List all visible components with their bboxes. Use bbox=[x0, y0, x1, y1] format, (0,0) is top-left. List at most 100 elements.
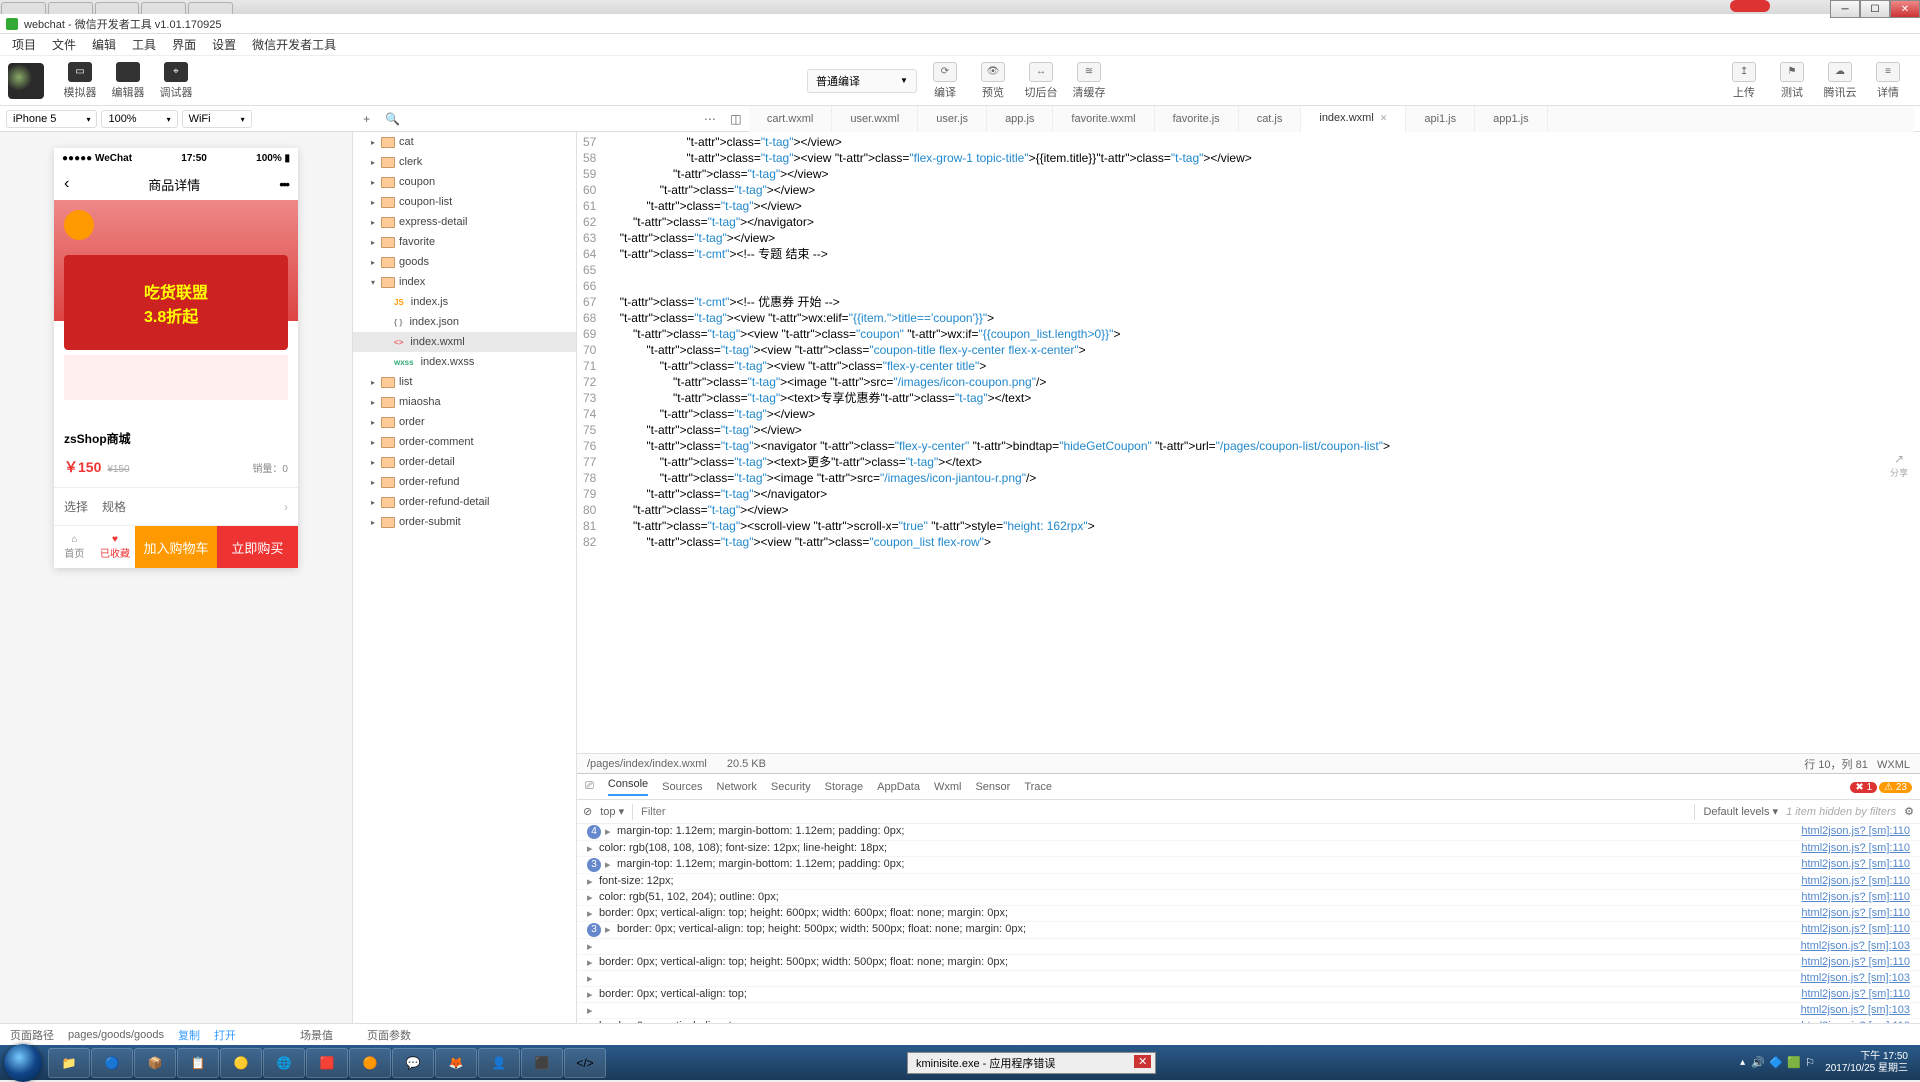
taskbar-item[interactable]: 🟡 bbox=[220, 1048, 262, 1078]
code-line[interactable]: "t-attr">class="t-tag"><view "t-attr">cl… bbox=[606, 342, 1920, 358]
expand-icon[interactable]: ▸ bbox=[587, 956, 599, 969]
tree-folder-clerk[interactable]: ▸clerk bbox=[353, 152, 576, 172]
code-line[interactable]: "t-attr">class="t-tag"></navigator> bbox=[606, 486, 1920, 502]
expand-icon[interactable]: ▸ bbox=[587, 875, 599, 888]
device-zoom-select[interactable]: 100%▾ bbox=[101, 110, 177, 128]
console-log-row[interactable]: ▸ html2json.js? [sm]:103 bbox=[577, 1003, 1920, 1019]
devtools-toggle-icon[interactable]: ⎚ bbox=[585, 780, 594, 793]
taskbar-item[interactable]: 🟠 bbox=[349, 1048, 391, 1078]
code-line[interactable]: "t-attr">class="t-tag"><view "t-attr">cl… bbox=[606, 358, 1920, 374]
taskbar-item[interactable]: 📁 bbox=[48, 1048, 90, 1078]
copy-link[interactable]: 复制 bbox=[178, 1027, 200, 1043]
expand-icon[interactable]: ▸ bbox=[587, 972, 599, 985]
taskbar-item[interactable]: 🌐 bbox=[263, 1048, 305, 1078]
devtools-tab-appdata[interactable]: AppData bbox=[877, 781, 920, 793]
scope-select[interactable]: top ▾ bbox=[600, 805, 624, 818]
toolbar-模拟器[interactable]: ▭模拟器 bbox=[56, 59, 104, 103]
buy-now-button[interactable]: 立即购买 bbox=[217, 526, 298, 568]
editor-tab-favorite.js[interactable]: favorite.js bbox=[1155, 106, 1239, 132]
editor-tab-cart.wxml[interactable]: cart.wxml bbox=[749, 106, 832, 132]
code-line[interactable]: "t-attr">class="t-tag"><navigator "t-att… bbox=[606, 438, 1920, 454]
console-settings-icon[interactable]: ⚙ bbox=[1904, 805, 1914, 818]
editor-tab-favorite.wxml[interactable]: favorite.wxml bbox=[1053, 106, 1154, 132]
menu-view[interactable]: 界面 bbox=[164, 36, 204, 53]
devtools-tab-network[interactable]: Network bbox=[717, 781, 757, 793]
tree-folder-favorite[interactable]: ▸favorite bbox=[353, 232, 576, 252]
source-link[interactable]: html2json.js? [sm]:103 bbox=[1801, 1004, 1910, 1017]
taskbar-item[interactable]: 📋 bbox=[177, 1048, 219, 1078]
toolbar-调试器[interactable]: ⌖调试器 bbox=[152, 59, 200, 103]
expand-icon[interactable]: ▸ bbox=[587, 988, 599, 1001]
source-link[interactable]: html2json.js? [sm]:110 bbox=[1801, 907, 1910, 920]
source-link[interactable]: html2json.js? [sm]:110 bbox=[1801, 858, 1910, 872]
tree-file-index.js[interactable]: JSindex.js bbox=[353, 292, 576, 312]
console-log-row[interactable]: ▸font-size: 12px;html2json.js? [sm]:110 bbox=[577, 874, 1920, 890]
menu-tools[interactable]: 工具 bbox=[124, 36, 164, 53]
code-line[interactable]: "t-attr">class="t-tag"><view "t-attr">cl… bbox=[606, 534, 1920, 550]
tree-folder-list[interactable]: ▸list bbox=[353, 372, 576, 392]
code-line[interactable]: "t-attr">class="t-tag"></view> bbox=[606, 502, 1920, 518]
code-line[interactable]: "t-attr">class="t-tag"></view> bbox=[606, 422, 1920, 438]
tree-folder-miaosha[interactable]: ▸miaosha bbox=[353, 392, 576, 412]
taskbar-item[interactable]: 👤 bbox=[478, 1048, 520, 1078]
add-tab-icon[interactable]: + bbox=[357, 110, 377, 128]
expand-icon[interactable]: ▸ bbox=[587, 907, 599, 920]
tree-folder-order-comment[interactable]: ▸order-comment bbox=[353, 432, 576, 452]
search-icon[interactable]: 🔍 bbox=[383, 110, 403, 128]
editor-tab-user.wxml[interactable]: user.wxml bbox=[832, 106, 918, 132]
toolbar-编辑器[interactable]: 编辑器 bbox=[104, 59, 152, 103]
console-log-row[interactable]: ▸border: 0px; vertical-align: top;html2j… bbox=[577, 1019, 1920, 1023]
console-log-row[interactable]: ▸border: 0px; vertical-align: top; heigh… bbox=[577, 955, 1920, 971]
code-line[interactable]: "t-attr">class="t-tag"></view> bbox=[606, 182, 1920, 198]
expand-icon[interactable]: ▸ bbox=[587, 1004, 599, 1017]
expand-icon[interactable]: ▸ bbox=[587, 842, 599, 855]
source-link[interactable]: html2json.js? [sm]:103 bbox=[1801, 940, 1910, 953]
toolbar-清缓存[interactable]: ≋清缓存 bbox=[1065, 59, 1113, 103]
menu-edit[interactable]: 编辑 bbox=[84, 36, 124, 53]
code-line[interactable]: "t-attr">class="t-tag"><image "t-attr">s… bbox=[606, 374, 1920, 390]
toolbar-腾讯云[interactable]: ☁腾讯云 bbox=[1816, 59, 1864, 103]
toolbar-预览[interactable]: 👁预览 bbox=[969, 59, 1017, 103]
error-badge[interactable]: ✖ 1 bbox=[1850, 782, 1877, 793]
code-line[interactable]: "t-attr">class="t-tag"><view "t-attr">cl… bbox=[606, 150, 1920, 166]
device-model-select[interactable]: iPhone 5▾ bbox=[6, 110, 97, 128]
source-link[interactable]: html2json.js? [sm]:110 bbox=[1801, 891, 1910, 904]
toolbar-测试[interactable]: ⚑测试 bbox=[1768, 59, 1816, 103]
window-maximize-button[interactable]: ☐ bbox=[1860, 0, 1890, 18]
code-line[interactable]: "t-attr">class="t-tag"></view> bbox=[606, 230, 1920, 246]
expand-icon[interactable]: ▸ bbox=[605, 858, 617, 872]
taskbar-item[interactable]: ⬛ bbox=[521, 1048, 563, 1078]
compile-mode-dropdown[interactable]: 普通编译 ▼ bbox=[807, 69, 917, 93]
expand-icon[interactable]: ▸ bbox=[605, 825, 617, 839]
console-log-row[interactable]: 4▸margin-top: 1.12em; margin-bottom: 1.1… bbox=[577, 824, 1920, 841]
browser-tab[interactable] bbox=[1, 2, 46, 14]
toolbar-上传[interactable]: ↥上传 bbox=[1720, 59, 1768, 103]
code-line[interactable]: "t-attr">class="t-tag"><text>专享优惠券"t-att… bbox=[606, 390, 1920, 406]
console-log-row[interactable]: ▸color: rgb(51, 102, 204); outline: 0px;… bbox=[577, 890, 1920, 906]
tree-folder-coupon[interactable]: ▸coupon bbox=[353, 172, 576, 192]
tree-folder-order-detail[interactable]: ▸order-detail bbox=[353, 452, 576, 472]
code-line[interactable]: "t-attr">class="t-tag"><text>更多"t-attr">… bbox=[606, 454, 1920, 470]
editor-tab-app1.js[interactable]: app1.js bbox=[1475, 106, 1547, 132]
code-line[interactable]: "t-attr">class="t-tag"><image "t-attr">s… bbox=[606, 470, 1920, 486]
code-line[interactable]: "t-attr">class="t-cmt"><!-- 专题 结束 --> bbox=[606, 246, 1920, 262]
devtools-tab-security[interactable]: Security bbox=[771, 781, 811, 793]
editor-tab-index.wxml[interactable]: index.wxml✕ bbox=[1301, 106, 1406, 132]
source-link[interactable]: html2json.js? [sm]:110 bbox=[1801, 1020, 1910, 1023]
start-button[interactable] bbox=[4, 1044, 42, 1082]
toolbar-切后台[interactable]: ↔切后台 bbox=[1017, 59, 1065, 103]
console-log-row[interactable]: ▸color: rgb(108, 108, 108); font-size: 1… bbox=[577, 841, 1920, 857]
devtools-tab-sensor[interactable]: Sensor bbox=[975, 781, 1010, 793]
devtools-tab-console[interactable]: Console bbox=[608, 778, 648, 796]
editor-tab-cat.js[interactable]: cat.js bbox=[1239, 106, 1302, 132]
editor-tab-app.js[interactable]: app.js bbox=[987, 106, 1053, 132]
console-log-row[interactable]: 3▸margin-top: 1.12em; margin-bottom: 1.1… bbox=[577, 857, 1920, 874]
dialog-close-icon[interactable]: ✕ bbox=[1134, 1055, 1151, 1068]
source-link[interactable]: html2json.js? [sm]:110 bbox=[1801, 988, 1910, 1001]
console-log-row[interactable]: 3▸border: 0px; vertical-align: top; heig… bbox=[577, 922, 1920, 939]
tree-folder-express-detail[interactable]: ▸express-detail bbox=[353, 212, 576, 232]
taskbar-item[interactable]: </> bbox=[564, 1048, 606, 1078]
code-line[interactable]: "t-attr">class="t-tag"><scroll-view "t-a… bbox=[606, 518, 1920, 534]
code-line[interactable]: "t-attr">class="t-tag"></navigator> bbox=[606, 214, 1920, 230]
console-log-row[interactable]: ▸border: 0px; vertical-align: top;html2j… bbox=[577, 987, 1920, 1003]
